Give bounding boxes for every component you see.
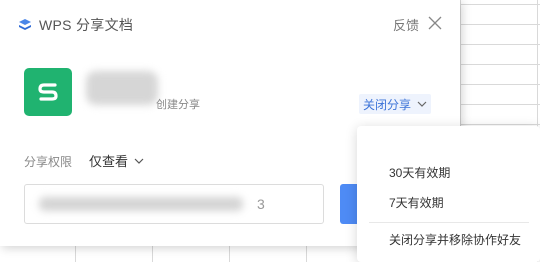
dialog-title-bar: WPS 分享文档 — [18, 14, 133, 36]
menu-item-label: 7天有效期 — [389, 195, 444, 210]
chevron-down-icon — [417, 101, 427, 107]
menu-item-label: 30天有效期 — [389, 165, 451, 180]
share-link-field[interactable]: 3 — [24, 184, 324, 224]
menu-item-close-and-remove[interactable]: 关闭分享并移除协作好友 — [357, 224, 540, 254]
menu-divider — [369, 222, 529, 223]
feedback-link[interactable]: 反馈 — [393, 15, 419, 34]
menu-item-30-days[interactable]: 30天有效期 — [357, 157, 540, 187]
close-icon[interactable] — [428, 16, 442, 30]
share-link-tail: 3 — [257, 196, 265, 212]
wps-cloud-icon — [19, 19, 31, 30]
share-expiry-dropdown-menu: 30天有效期 7天有效期 关闭分享并移除协作好友 — [357, 126, 540, 262]
chevron-down-icon — [134, 158, 144, 164]
s-logo-glyph — [38, 83, 58, 101]
share-permission-value: 仅查看 — [89, 154, 129, 169]
menu-item-7-days[interactable]: 7天有效期 — [357, 187, 540, 217]
creator-label: 创建分享 — [156, 99, 200, 111]
menu-item-label: 关闭分享并移除协作好友 — [389, 232, 522, 247]
share-permission-select[interactable]: 仅查看 — [89, 151, 144, 170]
file-name-redacted — [86, 71, 158, 105]
share-link-redacted — [39, 197, 243, 211]
wps-spreadsheet-icon — [24, 68, 72, 116]
dialog-title: WPS 分享文档 — [39, 17, 134, 33]
share-permission-label: 分享权限 — [24, 155, 73, 169]
